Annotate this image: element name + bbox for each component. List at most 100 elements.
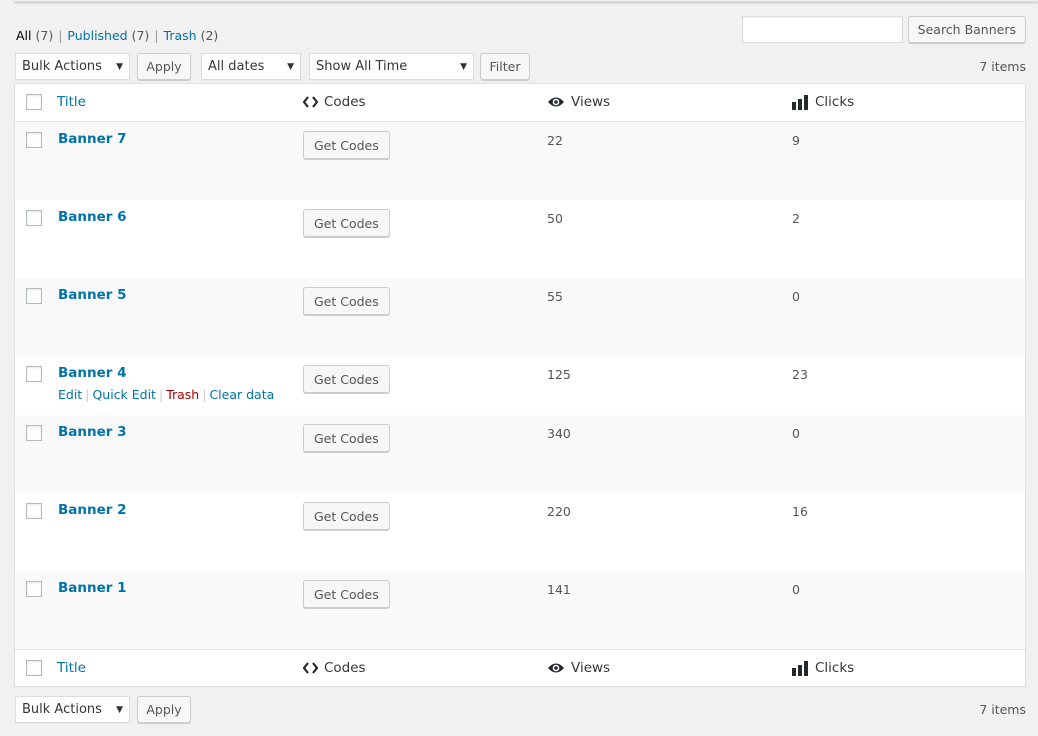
column-clicks-label: Clicks xyxy=(815,94,855,110)
banner-title-link[interactable]: Banner 4 xyxy=(58,365,127,381)
bulk-actions-select[interactable]: Bulk Actions ▼ xyxy=(15,53,130,80)
view-trash-label: Trash xyxy=(163,28,197,43)
views-value: 141 xyxy=(547,582,571,597)
bulk-actions-value: Bulk Actions xyxy=(22,702,102,717)
column-clicks: Clicks xyxy=(792,94,854,110)
view-trash-count: (2) xyxy=(200,28,219,43)
table-row: Banner 1 Get Codes 141 0 xyxy=(15,571,1025,649)
bulk-actions-select-bottom[interactable]: Bulk Actions ▼ xyxy=(15,696,130,723)
edit-link[interactable]: Edit xyxy=(58,387,82,402)
banner-title-link[interactable]: Banner 3 xyxy=(58,424,127,440)
time-filter-select[interactable]: Show All Time ▼ xyxy=(309,53,474,80)
code-brackets-icon xyxy=(303,96,318,108)
row-checkbox[interactable] xyxy=(26,210,42,226)
get-codes-button[interactable]: Get Codes xyxy=(303,365,390,393)
table-header: Title Codes Views Clicks xyxy=(15,84,1025,122)
column-views: Views xyxy=(547,94,610,110)
view-all-link[interactable]: All (7) xyxy=(16,28,53,43)
views-value: 220 xyxy=(547,504,571,519)
clicks-value: 2 xyxy=(792,211,800,226)
column-title-sort-footer[interactable]: Title xyxy=(57,660,86,676)
dropdown-arrow-icon: ▼ xyxy=(116,704,123,715)
apply-button-bottom[interactable]: Apply xyxy=(137,696,191,723)
separator: | xyxy=(158,387,164,402)
view-filters: All (7) | Published (7) | Trash (2) xyxy=(16,28,218,43)
search-banners-button[interactable]: Search Banners xyxy=(907,16,1026,43)
separator: | xyxy=(85,387,90,402)
row-checkbox[interactable] xyxy=(26,425,42,441)
clear-data-link[interactable]: Clear data xyxy=(209,387,274,402)
filter-button[interactable]: Filter xyxy=(480,53,530,80)
view-trash-link[interactable]: Trash (2) xyxy=(164,28,219,43)
banner-title-link[interactable]: Banner 7 xyxy=(58,131,127,147)
get-codes-button[interactable]: Get Codes xyxy=(303,580,390,608)
get-codes-button[interactable]: Get Codes xyxy=(303,209,390,237)
banners-table: Title Codes Views Clicks Banner 7 Get Co… xyxy=(14,83,1026,687)
time-filter-value: Show All Time xyxy=(316,59,408,74)
view-all-count: (7) xyxy=(35,28,54,43)
tablenav-top: Bulk Actions ▼ Apply All dates ▼ Show Al… xyxy=(15,53,1026,81)
column-codes: Codes xyxy=(303,94,366,110)
row-checkbox[interactable] xyxy=(26,581,42,597)
trash-link[interactable]: Trash xyxy=(166,387,199,402)
code-brackets-icon xyxy=(303,662,318,674)
get-codes-button[interactable]: Get Codes xyxy=(303,502,390,530)
row-actions: Edit | Quick Edit | Trash | Clear data xyxy=(58,387,274,402)
dropdown-arrow-icon: ▼ xyxy=(116,61,123,72)
view-all-label: All xyxy=(16,28,32,43)
banner-title-link[interactable]: Banner 5 xyxy=(58,287,127,303)
get-codes-button[interactable]: Get Codes xyxy=(303,424,390,452)
row-checkbox[interactable] xyxy=(26,288,42,304)
separator: | xyxy=(154,28,159,43)
row-checkbox[interactable] xyxy=(26,132,42,148)
search-box: Search Banners xyxy=(741,16,1026,43)
bar-chart-icon xyxy=(792,660,809,676)
column-views-label: Views xyxy=(571,660,611,676)
select-all-checkbox-footer[interactable] xyxy=(26,660,42,676)
clicks-value: 0 xyxy=(792,426,800,441)
row-checkbox[interactable] xyxy=(26,366,42,382)
banner-title-link[interactable]: Banner 2 xyxy=(58,502,127,518)
select-all-checkbox[interactable] xyxy=(26,94,42,110)
row-checkbox[interactable] xyxy=(26,503,42,519)
clicks-value: 0 xyxy=(792,582,800,597)
views-value: 340 xyxy=(547,426,571,441)
get-codes-button[interactable]: Get Codes xyxy=(303,131,390,159)
clicks-value: 16 xyxy=(792,504,808,519)
column-views-footer: Views xyxy=(547,660,610,676)
clicks-value: 0 xyxy=(792,289,800,304)
table-row: Banner 4 Edit | Quick Edit | Trash | Clear dat… xyxy=(15,356,1025,415)
quick-edit-link[interactable]: Quick Edit xyxy=(92,387,156,402)
column-codes-label: Codes xyxy=(324,94,366,110)
search-input[interactable] xyxy=(741,16,903,43)
column-views-label: Views xyxy=(571,94,611,110)
date-filter-select[interactable]: All dates ▼ xyxy=(201,53,301,80)
view-published-label: Published xyxy=(67,28,128,43)
table-row: Banner 7 Get Codes 22 9 xyxy=(15,122,1025,200)
separator: | xyxy=(58,28,63,43)
items-count-bottom: 7 items xyxy=(979,702,1026,717)
table-footer: Title Codes Views Clicks xyxy=(15,649,1025,686)
view-published-count: (7) xyxy=(131,28,150,43)
column-codes-label: Codes xyxy=(324,660,366,676)
dropdown-arrow-icon: ▼ xyxy=(287,61,294,72)
clicks-value: 9 xyxy=(792,133,800,148)
table-row: Banner 5 Get Codes 55 0 xyxy=(15,278,1025,356)
column-clicks-footer: Clicks xyxy=(792,660,854,676)
views-value: 22 xyxy=(547,133,563,148)
top-panel-edge xyxy=(14,0,1038,2)
column-codes-footer: Codes xyxy=(303,660,366,676)
tablenav-bottom: Bulk Actions ▼ Apply 7 items xyxy=(15,696,1026,724)
banner-title-link[interactable]: Banner 6 xyxy=(58,209,127,225)
separator: | xyxy=(202,387,207,402)
bulk-actions-value: Bulk Actions xyxy=(22,59,102,74)
column-title-sort[interactable]: Title xyxy=(57,94,86,110)
banner-title-link[interactable]: Banner 1 xyxy=(58,580,127,596)
table-row: Banner 6 Get Codes 50 2 xyxy=(15,200,1025,278)
views-value: 50 xyxy=(547,211,563,226)
view-published-link[interactable]: Published (7) xyxy=(67,28,149,43)
eye-icon xyxy=(547,96,565,108)
clicks-value: 23 xyxy=(792,367,808,382)
get-codes-button[interactable]: Get Codes xyxy=(303,287,390,315)
apply-button[interactable]: Apply xyxy=(137,53,191,80)
